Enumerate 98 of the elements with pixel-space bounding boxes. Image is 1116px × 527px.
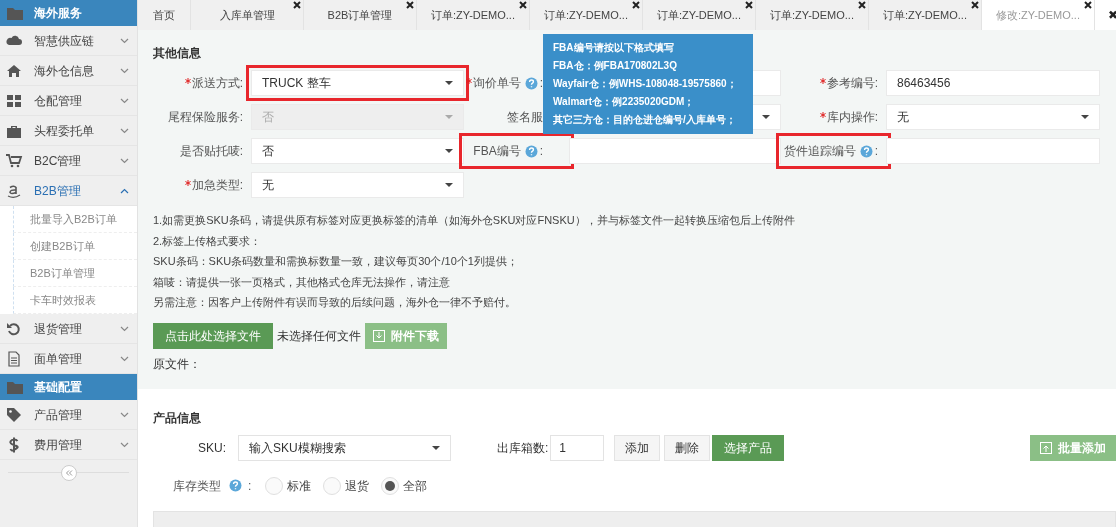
required-asterisk-icon bbox=[184, 180, 191, 186]
note-text: SKU条码：SKU条码数量和需换标数量一致，建议每页30个/10个1列提供； bbox=[153, 254, 519, 269]
radio-button[interactable] bbox=[381, 476, 400, 495]
field-label: 参考编号: bbox=[819, 74, 878, 92]
select-field[interactable]: 无 bbox=[886, 104, 1100, 130]
sku-label: SKU: bbox=[197, 439, 227, 457]
radio-label: 退货 bbox=[345, 477, 370, 495]
required-asterisk-icon bbox=[184, 78, 191, 84]
select-field[interactable]: 否 bbox=[251, 138, 464, 164]
field-label: FBA编号 bbox=[473, 143, 521, 160]
caret-icon bbox=[445, 149, 453, 153]
tab[interactable]: B2B订单管理 bbox=[304, 0, 417, 30]
tooltip-line: FBA仓：例FBA170802L3Q bbox=[553, 59, 677, 73]
field-label: 尾程保险服务: bbox=[167, 109, 243, 126]
label-colon: : bbox=[248, 477, 252, 495]
note-text: 箱唛：请提供一张一页格式，其他格式仓库无法操作，请注意 bbox=[153, 274, 451, 290]
note-text: 另需注意：因客户上传附件有误而导致的后续问题，海外仓一律不予赔付。 bbox=[153, 295, 517, 310]
tab[interactable]: 订单:ZY-DEMO... bbox=[417, 0, 530, 30]
section-title: 其他信息 bbox=[153, 46, 201, 60]
close-icon[interactable] bbox=[1084, 1, 1092, 9]
required-asterisk-icon bbox=[819, 112, 826, 118]
field-label: 询价单号 bbox=[465, 74, 521, 92]
field-label: 派送方式: bbox=[184, 74, 243, 92]
sidebar-section-header[interactable]: 海外服务 bbox=[0, 0, 137, 26]
folder-icon bbox=[6, 5, 24, 21]
caret-icon bbox=[445, 115, 453, 119]
sidebar-item[interactable]: 退货管理 bbox=[0, 314, 137, 344]
submenu-item[interactable]: 卡车时效报表 bbox=[30, 291, 96, 309]
tab[interactable]: 首页 bbox=[138, 0, 191, 30]
select-field[interactable]: TRUCK 整车 bbox=[251, 70, 464, 96]
sidebar-section-header[interactable]: 基础配置 bbox=[0, 374, 137, 400]
note-text: 2.标签上传格式要求： bbox=[153, 233, 263, 249]
label-colon: : bbox=[539, 143, 543, 160]
radio-button[interactable] bbox=[323, 476, 342, 495]
note-text: 1.如需更换SKU条码，请提供原有标签对应更换标签的清单（如海外仓SKU对应FNSKU），并与标签文件一起转换压缩包后上传附件 bbox=[153, 213, 796, 228]
tooltip-line: Wayfair仓：例WHS-108048-19575860； bbox=[553, 77, 737, 91]
caret-icon bbox=[445, 183, 453, 187]
caret-icon bbox=[1081, 115, 1089, 119]
sidebar-item[interactable]: 仓配管理 bbox=[0, 86, 137, 116]
field-label: 库内操作: bbox=[819, 108, 878, 126]
sidebar-item[interactable]: 海外仓信息 bbox=[0, 56, 137, 86]
sku-select[interactable]: 输入SKU模糊搜索 bbox=[238, 434, 451, 461]
tab[interactable]: 入库单管理 bbox=[191, 0, 304, 30]
original-file-label: 原文件： bbox=[153, 355, 202, 373]
radio-button[interactable] bbox=[265, 476, 284, 495]
input-field[interactable] bbox=[569, 138, 781, 164]
submenu-item[interactable]: 批量导入B2B订单 bbox=[30, 210, 117, 228]
help-icon bbox=[229, 479, 242, 492]
field-label: 货件追踪编号 bbox=[783, 143, 856, 160]
document-icon bbox=[5, 349, 23, 368]
field-label: 是否贴托唛: bbox=[179, 143, 243, 160]
radio-label: 标准 bbox=[287, 477, 312, 495]
sidebar-item[interactable]: 头程委托单 bbox=[0, 116, 137, 146]
caret-icon bbox=[432, 445, 440, 450]
add-button[interactable]: 添加 bbox=[614, 434, 661, 461]
upload-icon bbox=[1040, 441, 1052, 454]
field-label: 加急类型: bbox=[184, 176, 243, 194]
required-asterisk-icon bbox=[819, 78, 826, 84]
tooltip-line: 其它三方仓：目的仓进仓编号/入库单号； bbox=[553, 113, 736, 127]
radio-label: 全部 bbox=[403, 477, 428, 495]
input-field[interactable]: 86463456 bbox=[886, 70, 1100, 96]
close-icon[interactable] bbox=[971, 1, 979, 9]
tab[interactable]: 订单:ZY-DEMO... bbox=[530, 0, 643, 30]
tab[interactable]: 订单:ZY-DEMO... bbox=[869, 0, 982, 30]
double-chevron-left-icon bbox=[64, 470, 73, 476]
folder-icon bbox=[6, 379, 24, 395]
tab[interactable]: 订单:ZY-DEMO... bbox=[643, 0, 756, 30]
required-asterisk-icon bbox=[465, 78, 472, 84]
caret-icon bbox=[445, 81, 453, 85]
field-label: 签名服 bbox=[507, 109, 543, 126]
stock-type-label: 库存类型 bbox=[173, 477, 221, 495]
delete-button[interactable]: 删除 bbox=[664, 434, 711, 461]
caret-icon bbox=[762, 115, 770, 119]
tooltip-line: FBA编号请按以下格式填写 bbox=[553, 41, 674, 55]
label-colon: : bbox=[874, 143, 878, 160]
tab[interactable]: 订单:ZY-DEMO... bbox=[756, 0, 869, 30]
tooltip-line: Walmart仓：例2235020GDM； bbox=[553, 95, 695, 109]
submenu-item[interactable]: B2B订单管理 bbox=[30, 264, 95, 282]
sidebar-item[interactable]: 智慧供应链 bbox=[0, 26, 137, 56]
cart-icon bbox=[5, 151, 23, 170]
close-icon[interactable] bbox=[519, 1, 527, 9]
close-icon[interactable] bbox=[632, 1, 640, 9]
boxes-label: 出库箱数: bbox=[497, 439, 550, 457]
boxes-input[interactable]: 1 bbox=[550, 434, 605, 461]
tag-icon bbox=[5, 405, 23, 424]
close-icon[interactable] bbox=[745, 1, 753, 9]
section-title: 产品信息 bbox=[153, 409, 202, 427]
close-icon[interactable] bbox=[406, 1, 414, 9]
label-colon: : bbox=[539, 75, 543, 92]
sidebar-item[interactable]: B2C管理 bbox=[0, 146, 137, 176]
input-field[interactable] bbox=[886, 138, 1100, 164]
close-icon[interactable] bbox=[858, 1, 866, 9]
download-icon bbox=[373, 329, 385, 342]
select-field[interactable]: 无 bbox=[251, 172, 464, 198]
file-status: 未选择任何文件 bbox=[277, 327, 361, 345]
sidebar-item[interactable]: 产品管理 bbox=[0, 400, 137, 430]
submenu-item[interactable]: 创建B2B订单 bbox=[30, 237, 95, 255]
close-icon[interactable] bbox=[293, 1, 301, 9]
